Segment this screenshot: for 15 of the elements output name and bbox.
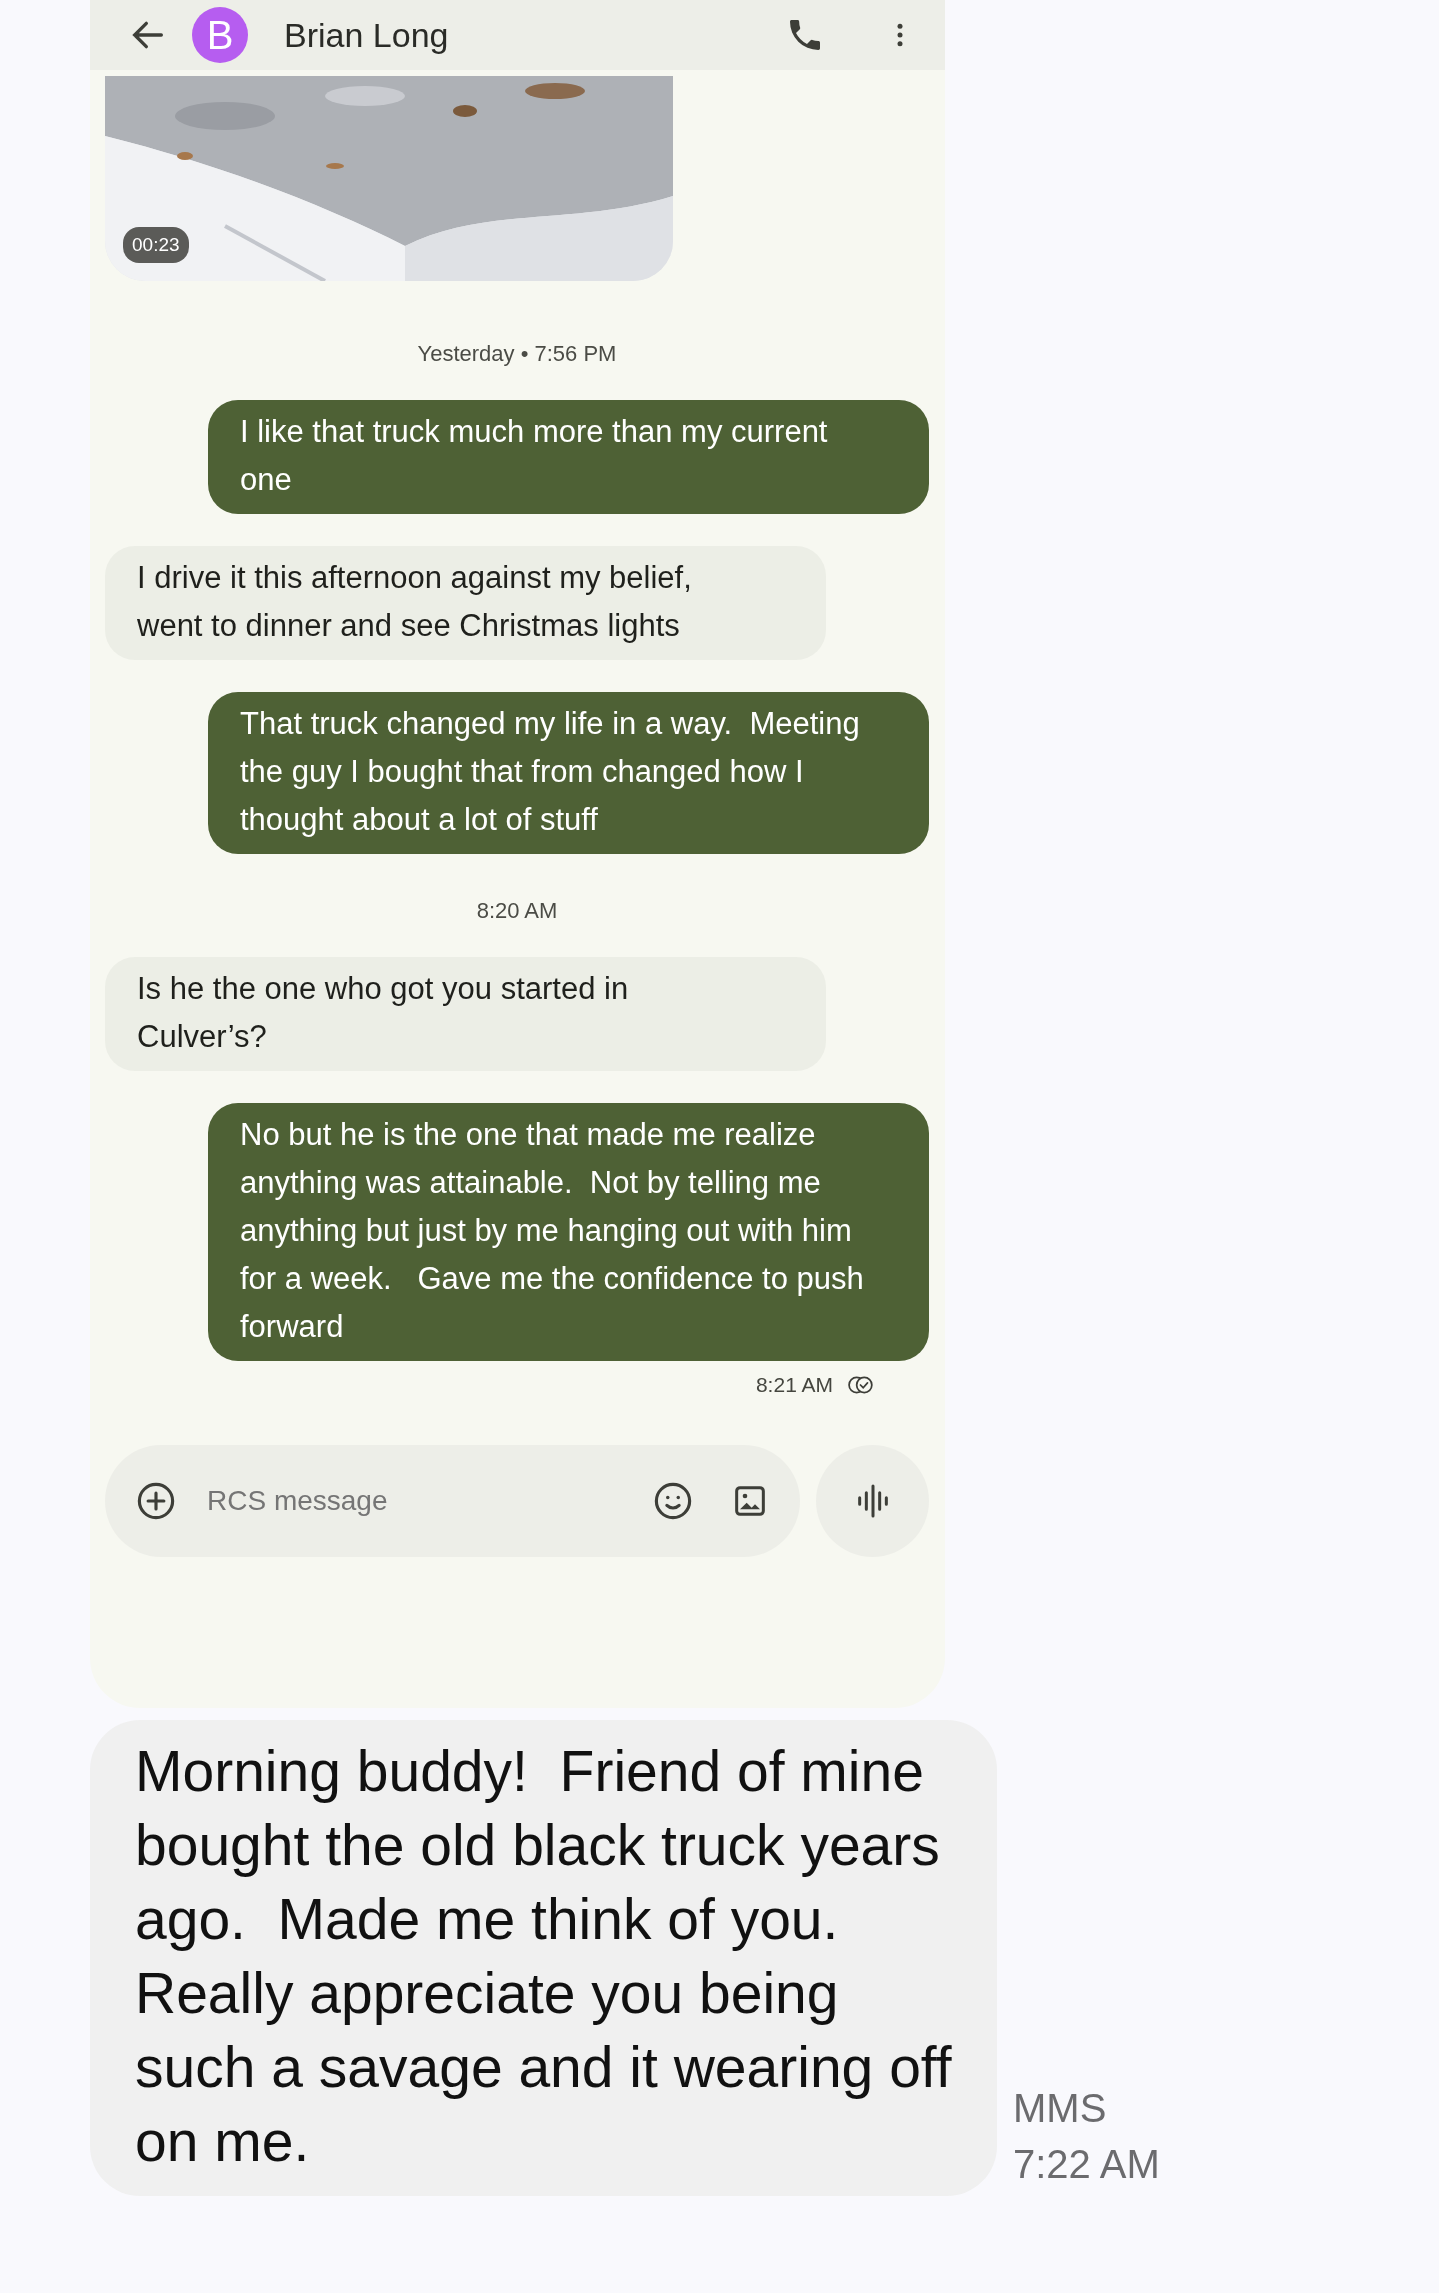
timestamp: 8:20 AM [475, 897, 559, 925]
message-time: 7:22 AM [1013, 2141, 1160, 2188]
sent-message: That truck changed my life in a way. Meeting the guy I bought that from changed how I thought about a lot of stuff [208, 692, 929, 854]
avatar: B [192, 7, 248, 63]
sent-time: 8:21 AM [755, 1372, 833, 1398]
message-input[interactable]: RCS message [205, 1478, 652, 1523]
received-message: I drive it this afternoon against my belief, went to dinner and see Christmas lights [105, 546, 826, 660]
received-message: Morning buddy! Friend of mine bought the old black truck years ago. Made me think of you. Really appreciate you being such a savage and it wearing off on me. [90, 1720, 997, 2196]
received-message: Is he the one who got you started in Culver’s? [105, 957, 826, 1071]
timestamp: Yesterday • 7:56 PM [416, 340, 618, 368]
sent-message: No but he is the one that made me realize anything was attainable. Not by telling me anything but just by me hanging out with him for a week. Gave me the confidence to push forward [208, 1103, 929, 1361]
sent-message: I like that truck much more than my current one [208, 400, 929, 514]
message-field[interactable]: RCS message [105, 1444, 800, 1557]
contact-name: Brian Long [284, 14, 450, 56]
message-type: MMS [1013, 2085, 1108, 2132]
